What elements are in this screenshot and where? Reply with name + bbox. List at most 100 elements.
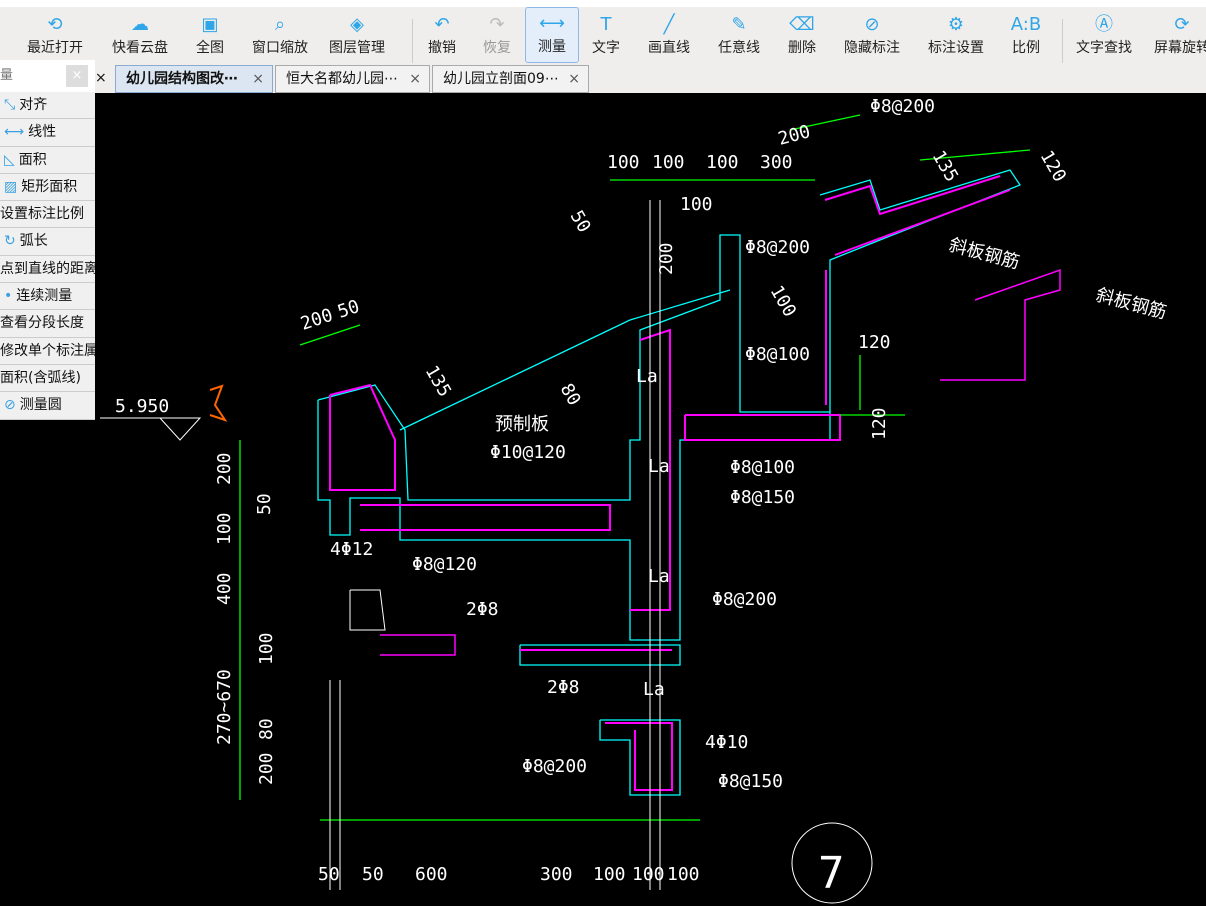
drawing-label: 2Φ8 xyxy=(547,677,580,698)
panel-search[interactable]: 量 × xyxy=(0,60,95,92)
drawing-label: 270~670 xyxy=(214,669,235,745)
close-icon[interactable]: × xyxy=(568,66,580,92)
measure-tool-item[interactable]: ⤡ 对齐 xyxy=(0,92,95,120)
divider xyxy=(1062,19,1063,63)
drawing-label: 50 xyxy=(566,207,595,236)
tab-bar: × 幼儿园结构图改⋯ × 恒大名都幼儿园⋯ × 幼儿园立剖面09⋯ × xyxy=(0,63,1206,93)
measure-tool-item[interactable]: ↻ 弧长 xyxy=(0,228,95,256)
toolbar-zoom-window-button[interactable]: ⌕ 窗口缩放 xyxy=(246,7,314,63)
tool-label: 设置标注比例 xyxy=(0,206,84,223)
toolbar-label: 文字查找 xyxy=(1076,40,1132,56)
measure-tool-item[interactable]: ⊘ 测量圆 xyxy=(0,392,95,420)
toolbar-eraser-button[interactable]: ⌫ 删除 xyxy=(768,7,836,63)
measure-tool-item[interactable]: ◺ 面积 xyxy=(0,147,95,174)
drawing-label: 100 xyxy=(680,194,713,215)
drawing-label: 斜板钢筋 xyxy=(947,235,1022,274)
measure-tool-item[interactable]: 设置标注比例 xyxy=(0,201,95,229)
layers-icon: ◈ xyxy=(350,14,364,35)
divider xyxy=(412,19,413,63)
drawing-label: Φ8@200 xyxy=(522,756,587,777)
rebar xyxy=(605,722,673,791)
tool-label: 面积 xyxy=(18,151,47,168)
toolbar-label: 最近打开 xyxy=(27,40,83,56)
rebar xyxy=(380,634,456,656)
drawing-label: 4Φ10 xyxy=(705,732,748,753)
file-tab[interactable]: 幼儿园立剖面09⋯ × xyxy=(432,65,589,93)
drawing-label: Φ8@100 xyxy=(730,457,795,478)
tool-icon: ⟷ xyxy=(4,124,25,141)
tab-label: 幼儿园立剖面09⋯ xyxy=(443,71,559,87)
toolbar-layers-button[interactable]: ◈ 图层管理 xyxy=(323,7,391,63)
toolbar-label: 文字 xyxy=(592,40,620,56)
drawing-label: Φ8@200 xyxy=(745,237,810,258)
toolbar-label: 窗口缩放 xyxy=(252,40,308,56)
toolbar-cloud-button[interactable]: ☁ 快看云盘 xyxy=(106,7,174,63)
tool-label: 线性 xyxy=(28,124,57,141)
drawing-label: 50 xyxy=(335,296,362,323)
text-icon: T xyxy=(600,14,612,35)
measure-tool-item[interactable]: ▨ 矩形面积 xyxy=(0,174,95,202)
toolbar-scale-button[interactable]: A:B 比例 xyxy=(992,7,1060,63)
measure-tool-item[interactable]: 查看分段长度 xyxy=(0,310,95,338)
drawing-label: 300 xyxy=(760,152,793,173)
inclined-slab xyxy=(819,169,1021,412)
drawing-label: 200 xyxy=(776,121,813,150)
drawing-label: La xyxy=(636,366,658,387)
close-icon[interactable]: × xyxy=(66,65,88,87)
toolbar-line-button[interactable]: ╱ 画直线 xyxy=(635,7,703,63)
drawing-label: 120 xyxy=(869,407,890,440)
toolbar-pen-button[interactable]: ✎ 任意线 xyxy=(705,7,773,63)
text-search-icon: Ⓐ xyxy=(1095,14,1113,35)
toolbar-eye-off-button[interactable]: ⊘ 隐藏标注 xyxy=(838,7,906,63)
measure-tool-item[interactable]: ⟷ 线性 xyxy=(0,119,95,147)
drawing-label: 200 xyxy=(214,452,235,485)
toolbar-text-button[interactable]: T 文字 xyxy=(572,7,640,63)
line-icon: ╱ xyxy=(663,14,675,35)
tool-label: 对齐 xyxy=(19,97,48,113)
drawing-label: 7 xyxy=(818,848,845,899)
close-icon[interactable]: × xyxy=(409,66,421,92)
fit-all-icon: ▣ xyxy=(201,14,219,35)
drawing-label: 100 xyxy=(667,864,700,885)
tool-icon: ⊘ xyxy=(4,397,16,414)
toolbar-label: 屏幕旋转 xyxy=(1154,40,1206,56)
toolbar-label: 快看云盘 xyxy=(112,40,168,56)
drawing-label: 100 xyxy=(706,152,739,173)
toolbar-history-button[interactable]: ⟲ 最近打开 xyxy=(21,7,89,63)
rebar xyxy=(940,268,1061,381)
tool-label: 矩形面积 xyxy=(21,178,78,195)
tab-close-icon[interactable]: × xyxy=(95,65,115,93)
measure-tool-item[interactable]: 面积(含弧线) xyxy=(0,365,95,393)
toolbar-label: 恢复 xyxy=(483,40,511,56)
drawing-label: Φ8@100 xyxy=(745,344,810,365)
beam-ledge xyxy=(519,644,681,666)
file-tab[interactable]: 恒大名都幼儿园⋯ × xyxy=(275,65,430,93)
tool-icon: • xyxy=(4,288,13,305)
toolbar-text-search-button[interactable]: Ⓐ 文字查找 xyxy=(1070,7,1138,63)
level-mark xyxy=(100,417,202,441)
cloud-icon: ☁ xyxy=(131,14,149,35)
drawing-label: 100 xyxy=(214,512,235,545)
tool-label: 弧长 xyxy=(19,233,48,250)
toolbar-fit-all-button[interactable]: ▣ 全图 xyxy=(176,7,244,63)
toolbar-label: 图层管理 xyxy=(329,40,385,56)
drawing-label: La xyxy=(643,679,665,700)
toolbar-annotation-settings-button[interactable]: ⚙ 标注设置 xyxy=(922,7,990,63)
tool-label: 测量圆 xyxy=(19,397,62,414)
drawing-label: 200 xyxy=(256,752,277,785)
measure-tool-item[interactable]: 修改单个标注属性 xyxy=(0,338,95,365)
measure-tool-item[interactable]: • 连续测量 xyxy=(0,283,95,311)
measure-tool-item[interactable]: 点到直线的距离 xyxy=(0,256,95,284)
tool-icon: ◺ xyxy=(4,151,15,168)
eraser-icon: ⌫ xyxy=(789,14,815,35)
tool-label: 点到直线的距离 xyxy=(0,260,95,277)
toolbar-label: 隐藏标注 xyxy=(844,40,900,56)
cad-canvas[interactable]: 5.950200 501355080预制板Φ10@120Φ8@1204Φ12100… xyxy=(95,93,1206,906)
close-icon[interactable]: × xyxy=(252,66,264,92)
drawing-label: 200 xyxy=(298,305,335,335)
tool-label: 面积(含弧线) xyxy=(0,369,81,386)
file-tab[interactable]: 幼儿园结构图改⋯ × xyxy=(115,65,273,93)
toolbar-ruler-button[interactable]: ⟷ 测量 xyxy=(525,7,579,63)
toolbar-rotate-screen-button[interactable]: ⟳ 屏幕旋转 xyxy=(1148,7,1206,63)
toolbar-redo-button[interactable]: ↷ 恢复 xyxy=(463,7,531,63)
